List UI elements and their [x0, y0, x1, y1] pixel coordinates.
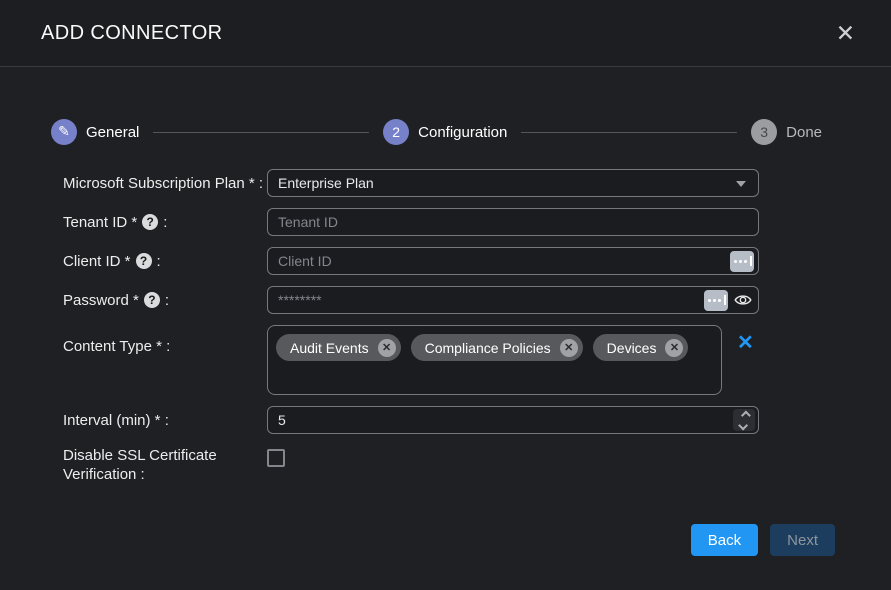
chip-devices: Devices ✕: [593, 334, 689, 361]
row-subscription-plan: Microsoft Subscription Plan * : Enterpri…: [0, 169, 891, 197]
client-id-input[interactable]: [267, 247, 759, 275]
row-tenant-id: Tenant ID * ? :: [0, 208, 891, 236]
tenant-id-label: Tenant ID * ? :: [0, 213, 267, 232]
step-done-label: Done: [786, 124, 822, 141]
step-configuration-circle: 2: [383, 119, 409, 145]
step-general-circle: ✎: [51, 119, 77, 145]
password-label: Password * ? :: [0, 291, 267, 310]
help-icon[interactable]: ?: [136, 253, 152, 269]
back-button[interactable]: Back: [691, 524, 758, 556]
content-type-multiselect[interactable]: Audit Events ✕ Compliance Policies ✕ Dev…: [267, 325, 722, 395]
chevron-up-icon[interactable]: [740, 410, 750, 420]
step-general[interactable]: ✎ General: [51, 119, 139, 145]
help-icon[interactable]: ?: [142, 214, 158, 230]
chip-audit-events: Audit Events ✕: [276, 334, 401, 361]
password-input[interactable]: [267, 286, 759, 314]
eye-icon[interactable]: [734, 293, 752, 307]
row-client-id: Client ID * ? :: [0, 247, 891, 275]
step-done: 3 Done: [751, 119, 822, 145]
row-password: Password * ? :: [0, 286, 891, 314]
dialog-title: ADD CONNECTOR: [41, 22, 223, 45]
step-general-label: General: [86, 124, 139, 141]
chip-compliance-policies: Compliance Policies ✕: [411, 334, 583, 361]
dialog-footer: Back Next: [0, 524, 835, 556]
number-stepper[interactable]: [733, 409, 755, 431]
interval-input[interactable]: [267, 406, 759, 434]
ssl-checkbox[interactable]: [267, 449, 285, 467]
client-id-label: Client ID * ? :: [0, 252, 267, 271]
add-connector-dialog: ADD CONNECTOR ✕ ✎ General 2 Configuratio…: [0, 0, 891, 590]
row-ssl-verification: Disable SSL Certificate Verification :: [0, 446, 891, 484]
tenant-id-input[interactable]: [267, 208, 759, 236]
subscription-plan-value: Enterprise Plan: [278, 175, 374, 191]
clear-all-icon[interactable]: ✕: [737, 333, 754, 353]
pencil-icon: ✎: [58, 123, 70, 140]
chip-remove-icon[interactable]: ✕: [560, 339, 578, 357]
subscription-plan-select[interactable]: Enterprise Plan: [267, 169, 759, 197]
connector-form: Microsoft Subscription Plan * : Enterpri…: [0, 169, 891, 495]
ellipsis-picker-icon[interactable]: [704, 290, 728, 311]
row-content-type: Content Type * : Audit Events ✕ Complian…: [0, 325, 891, 395]
ssl-label: Disable SSL Certificate Verification :: [0, 446, 267, 484]
chip-remove-icon[interactable]: ✕: [665, 339, 683, 357]
chip-remove-icon[interactable]: ✕: [378, 339, 396, 357]
dialog-header: ADD CONNECTOR ✕: [0, 0, 891, 67]
wizard-stepper: ✎ General 2 Configuration 3 Done: [51, 119, 822, 145]
help-icon[interactable]: ?: [144, 292, 160, 308]
chevron-down-icon[interactable]: [738, 420, 748, 430]
subscription-plan-label: Microsoft Subscription Plan * :: [0, 174, 267, 193]
close-icon[interactable]: ✕: [836, 22, 855, 45]
content-type-label: Content Type * :: [0, 325, 267, 356]
interval-label: Interval (min) * :: [0, 411, 267, 430]
step-connector-line: [153, 132, 369, 133]
step-done-circle: 3: [751, 119, 777, 145]
chevron-down-icon: [736, 181, 746, 187]
row-interval: Interval (min) * :: [0, 406, 891, 434]
step-connector-line: [521, 132, 737, 133]
next-button[interactable]: Next: [770, 524, 835, 556]
step-configuration-label: Configuration: [418, 124, 507, 141]
ellipsis-picker-icon[interactable]: [730, 251, 754, 272]
step-configuration[interactable]: 2 Configuration: [383, 119, 507, 145]
